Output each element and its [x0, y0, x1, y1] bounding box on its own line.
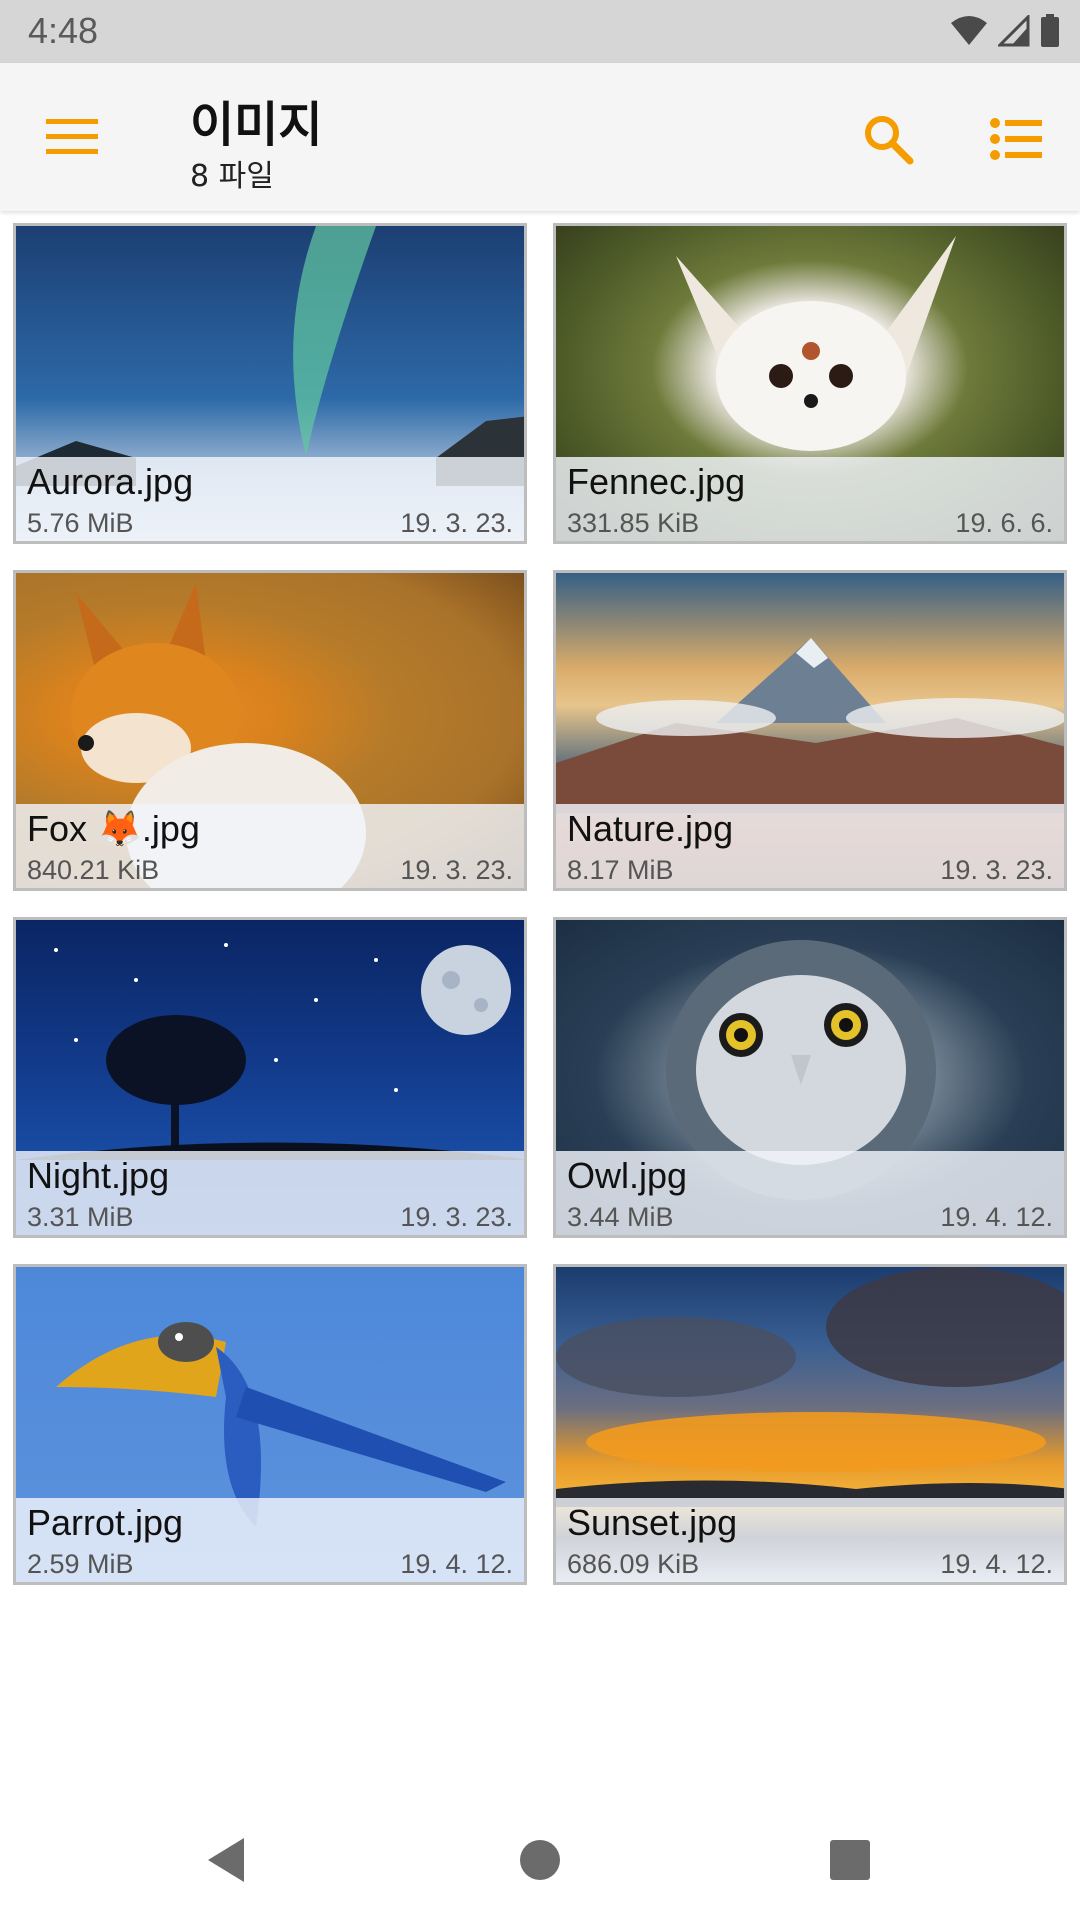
menu-icon	[46, 119, 98, 154]
file-name: Owl.jpg	[567, 1155, 688, 1196]
status-bar: 4:48	[0, 0, 1080, 63]
file-caption: Fox 🦊.jpg 840.21 KiB 19. 3. 23.	[16, 804, 524, 888]
app-bar: 이미지 8 파일	[0, 63, 1080, 211]
file-size: 840.21 KiB	[27, 855, 160, 885]
image-grid: Aurora.jpg 5.76 MiB 19. 3. 23. Fennec.jp…	[13, 223, 1067, 1585]
system-icons	[950, 13, 1060, 49]
file-caption: Nature.jpg 8.17 MiB 19. 3. 23.	[556, 804, 1064, 888]
file-caption: Owl.jpg 3.44 MiB 19. 4. 12.	[556, 1151, 1064, 1235]
file-date: 19. 6. 6.	[955, 508, 1053, 538]
file-size: 3.44 MiB	[567, 1202, 674, 1232]
file-name: Night.jpg	[27, 1155, 170, 1196]
search-button[interactable]	[852, 103, 924, 175]
search-icon	[865, 116, 914, 165]
home-button[interactable]	[492, 1812, 588, 1908]
battery-icon	[1041, 14, 1059, 47]
file-size: 3.31 MiB	[27, 1202, 134, 1232]
file-name: Fennec.jpg	[567, 461, 746, 502]
file-name: Fox 🦊.jpg	[27, 808, 200, 849]
file-date: 19. 3. 23.	[940, 855, 1053, 885]
file-caption: Parrot.jpg 2.59 MiB 19. 4. 12.	[16, 1498, 524, 1582]
file-date: 19. 4. 12.	[940, 1202, 1053, 1232]
wifi-icon	[951, 16, 987, 45]
file-card[interactable]: Fennec.jpg 331.85 KiB 19. 6. 6.	[553, 223, 1067, 544]
file-card[interactable]: Parrot.jpg 2.59 MiB 19. 4. 12.	[13, 1264, 527, 1585]
page-title: 이미지	[190, 97, 323, 153]
file-date: 19. 4. 12.	[400, 1549, 513, 1579]
file-card[interactable]: Aurora.jpg 5.76 MiB 19. 3. 23.	[13, 223, 527, 544]
navigation-bar	[0, 1800, 1080, 1920]
file-date: 19. 3. 23.	[400, 508, 513, 538]
file-size: 2.59 MiB	[27, 1549, 134, 1579]
file-count: 8 파일	[190, 159, 274, 194]
file-size: 686.09 KiB	[567, 1549, 700, 1579]
back-icon	[208, 1838, 244, 1882]
file-date: 19. 4. 12.	[940, 1549, 1053, 1579]
list-view-button[interactable]	[980, 103, 1052, 175]
file-caption: Fennec.jpg 331.85 KiB 19. 6. 6.	[556, 457, 1064, 541]
status-time: 4:48	[28, 10, 99, 51]
file-size: 8.17 MiB	[567, 855, 674, 885]
file-card[interactable]: Sunset.jpg 686.09 KiB 19. 4. 12.	[553, 1264, 1067, 1585]
file-size: 5.76 MiB	[27, 508, 134, 538]
back-button[interactable]	[178, 1812, 274, 1908]
file-date: 19. 3. 23.	[400, 1202, 513, 1232]
file-name: Sunset.jpg	[567, 1502, 738, 1543]
file-card[interactable]: Owl.jpg 3.44 MiB 19. 4. 12.	[553, 917, 1067, 1238]
cell-signal-icon	[998, 15, 1030, 47]
file-caption: Sunset.jpg 686.09 KiB 19. 4. 12.	[556, 1498, 1064, 1582]
file-caption: Night.jpg 3.31 MiB 19. 3. 23.	[16, 1151, 524, 1235]
recents-icon	[830, 1840, 870, 1880]
home-icon	[520, 1840, 560, 1880]
file-card[interactable]: Fox 🦊.jpg 840.21 KiB 19. 3. 23.	[13, 570, 527, 891]
menu-button[interactable]	[36, 105, 108, 169]
file-name: Aurora.jpg	[27, 461, 194, 502]
file-card[interactable]: Nature.jpg 8.17 MiB 19. 3. 23.	[553, 570, 1067, 891]
file-size: 331.85 KiB	[567, 508, 700, 538]
file-name: Parrot.jpg	[27, 1502, 184, 1543]
file-date: 19. 3. 23.	[400, 855, 513, 885]
file-card[interactable]: Night.jpg 3.31 MiB 19. 3. 23.	[13, 917, 527, 1238]
file-caption: Aurora.jpg 5.76 MiB 19. 3. 23.	[16, 457, 524, 541]
recents-button[interactable]	[802, 1812, 898, 1908]
list-view-icon	[990, 118, 1042, 160]
file-name: Nature.jpg	[567, 808, 734, 849]
